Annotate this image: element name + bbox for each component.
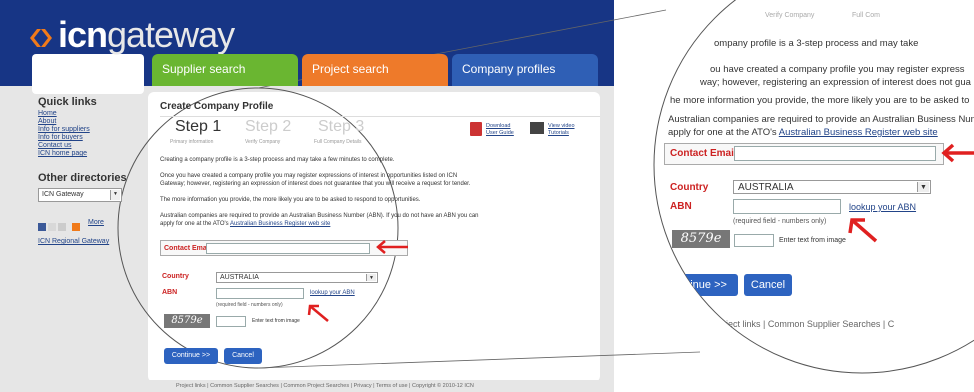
intro-paragraph-4b: apply for one at the ATO's Australian Bu… [160,221,330,227]
lookup-abn-link[interactable]: lookup your ABN [310,290,355,296]
continue-button[interactable]: Continue >> [164,348,218,364]
cancel-button[interactable]: Cancel [224,348,262,364]
quick-link-about[interactable]: About [38,118,56,125]
directory-select[interactable]: ICN Gateway ▼ [38,188,122,202]
more-link[interactable]: More [88,219,104,226]
captcha-hint: Enter text from image [252,318,300,324]
intro-paragraph-2a: Once you have created a company profile … [160,173,458,179]
intro-paragraph-2b: Gateway; however, registering an express… [160,181,471,187]
step-1-label: Step 1 [175,118,222,135]
zoom-cancel-button[interactable]: Cancel [744,274,792,296]
step-3-label: Step 3 [318,118,365,135]
abn-label: ABN [162,289,178,296]
contact-email-label: Contact Email [164,245,211,252]
chevron-down-icon: ▼ [110,190,120,200]
arrow-email-icon [376,240,408,254]
zoom-country-label: Country [670,182,709,193]
footer-links[interactable]: Project links | Common Supplier Searches… [176,383,474,389]
zoom-captcha-input[interactable] [734,234,774,247]
step-2-label: Step 2 [245,118,292,135]
facebook-icon[interactable] [38,223,46,231]
zoom-lookup-abn-link[interactable]: lookup your ABN [849,202,916,212]
zoom-abn-hint: (required field - numbers only) [733,218,827,225]
step-1-sub: Primary information [170,139,214,145]
para4-text: apply for one at the ATO's [160,221,230,227]
abn-input[interactable] [216,288,304,299]
zoom-paragraph-4a: Australian companies are required to pro… [668,114,974,125]
video-tutorials-link[interactable]: View video Tutorials [548,123,584,137]
page-title: Create Company Profile [160,101,274,112]
captcha-image: 8579e [164,314,210,328]
directory-select-value: ICN Gateway [42,191,84,198]
tab-project-search[interactable]: Project search [302,54,448,86]
zoom-continue-button[interactable]: ntinue >> [670,274,738,296]
zoom-arrow-abn-icon [848,218,878,243]
intro-paragraph-4a: Australian companies are required to pro… [160,213,479,219]
quick-link-suppliers[interactable]: Info for suppliers [38,126,90,133]
brand-light: gateway [107,14,235,55]
zoom-paragraph-1: ompany profile is a 3-step process and m… [714,38,919,49]
zoom-abr-link[interactable]: Australian Business Register web site [779,127,938,138]
print-icon[interactable] [58,223,66,231]
quick-link-contact[interactable]: Contact us [38,142,71,149]
step-2-sub: Verify Company [245,139,281,145]
zoom-captcha-hint: Enter text from image [779,237,846,244]
zoom-paragraph-3: he more information you provide, the mor… [670,95,970,106]
email-icon[interactable] [48,223,56,231]
quick-links-heading: Quick links [38,96,97,108]
intro-paragraph-3: The more information you provide, the mo… [160,197,421,203]
chevron-down-icon: ▼ [917,182,929,192]
zoom-arrow-email-icon [941,143,974,163]
quick-link-home[interactable]: Home [38,110,57,117]
other-directories-heading: Other directories [38,172,127,184]
logo-mark-icon [30,29,52,47]
chevron-down-icon: ▼ [366,274,376,281]
zoom-contact-email-input[interactable] [734,146,936,161]
contact-email-input[interactable] [206,243,370,254]
download-guide-link[interactable]: Download User Guide [486,123,522,137]
country-label: Country [162,273,189,280]
arrow-abn-icon [307,304,329,322]
zoom-steps-a: Verify Company [765,12,815,19]
share-icon[interactable] [72,223,80,231]
country-select[interactable]: AUSTRALIA ▼ [216,272,378,283]
tab-company-profiles[interactable]: Company profiles [452,54,598,86]
zoom-paragraph-4b: apply for one at the ATO's Australian Bu… [668,127,938,138]
zoom-magnifier: Verify Company Full Com ompany profile i… [654,0,974,373]
country-value: AUSTRALIA [220,274,259,281]
zoom-paragraph-2b: way; however, registering an expression … [700,77,971,88]
zoom-paragraph-2a: ou have created a company profile you ma… [710,64,965,75]
captcha-input[interactable] [216,316,246,327]
social-icons [38,218,82,236]
zoom-contact-email-label: Contact Email [670,148,737,159]
zoom-captcha-image: 8579e [672,230,730,248]
zoom-country-select[interactable]: AUSTRALIA ▼ [733,180,931,194]
step-3-sub: Full Company Details [314,139,362,145]
intro-paragraph-1: Creating a company profile is a 3-step p… [160,157,395,163]
video-icon[interactable] [530,122,544,134]
zoom-abn-input[interactable] [733,199,841,214]
brand-bold: icn [58,14,108,55]
brand-logo[interactable]: icngateway [30,14,235,55]
quick-link-icn-home[interactable]: ICN home page [38,150,87,157]
zoom-footer-links[interactable]: ject links | Common Supplier Searches | … [726,319,894,329]
quick-link-buyers[interactable]: Info for buyers [38,134,83,141]
zoom-para4-text: apply for one at the ATO's [668,127,779,138]
zoom-country-value: AUSTRALIA [738,182,794,193]
pdf-icon[interactable] [470,122,482,136]
title-divider [160,116,600,117]
zoom-abn-label: ABN [670,201,692,212]
abr-link[interactable]: Australian Business Register web site [230,221,330,227]
regional-gateway-link[interactable]: ICN Regional Gateway [38,238,109,245]
abn-hint: (required field - numbers only) [216,302,283,308]
tab-supplier-search[interactable]: Supplier search [152,54,298,86]
zoom-steps-b: Full Com [852,12,881,19]
